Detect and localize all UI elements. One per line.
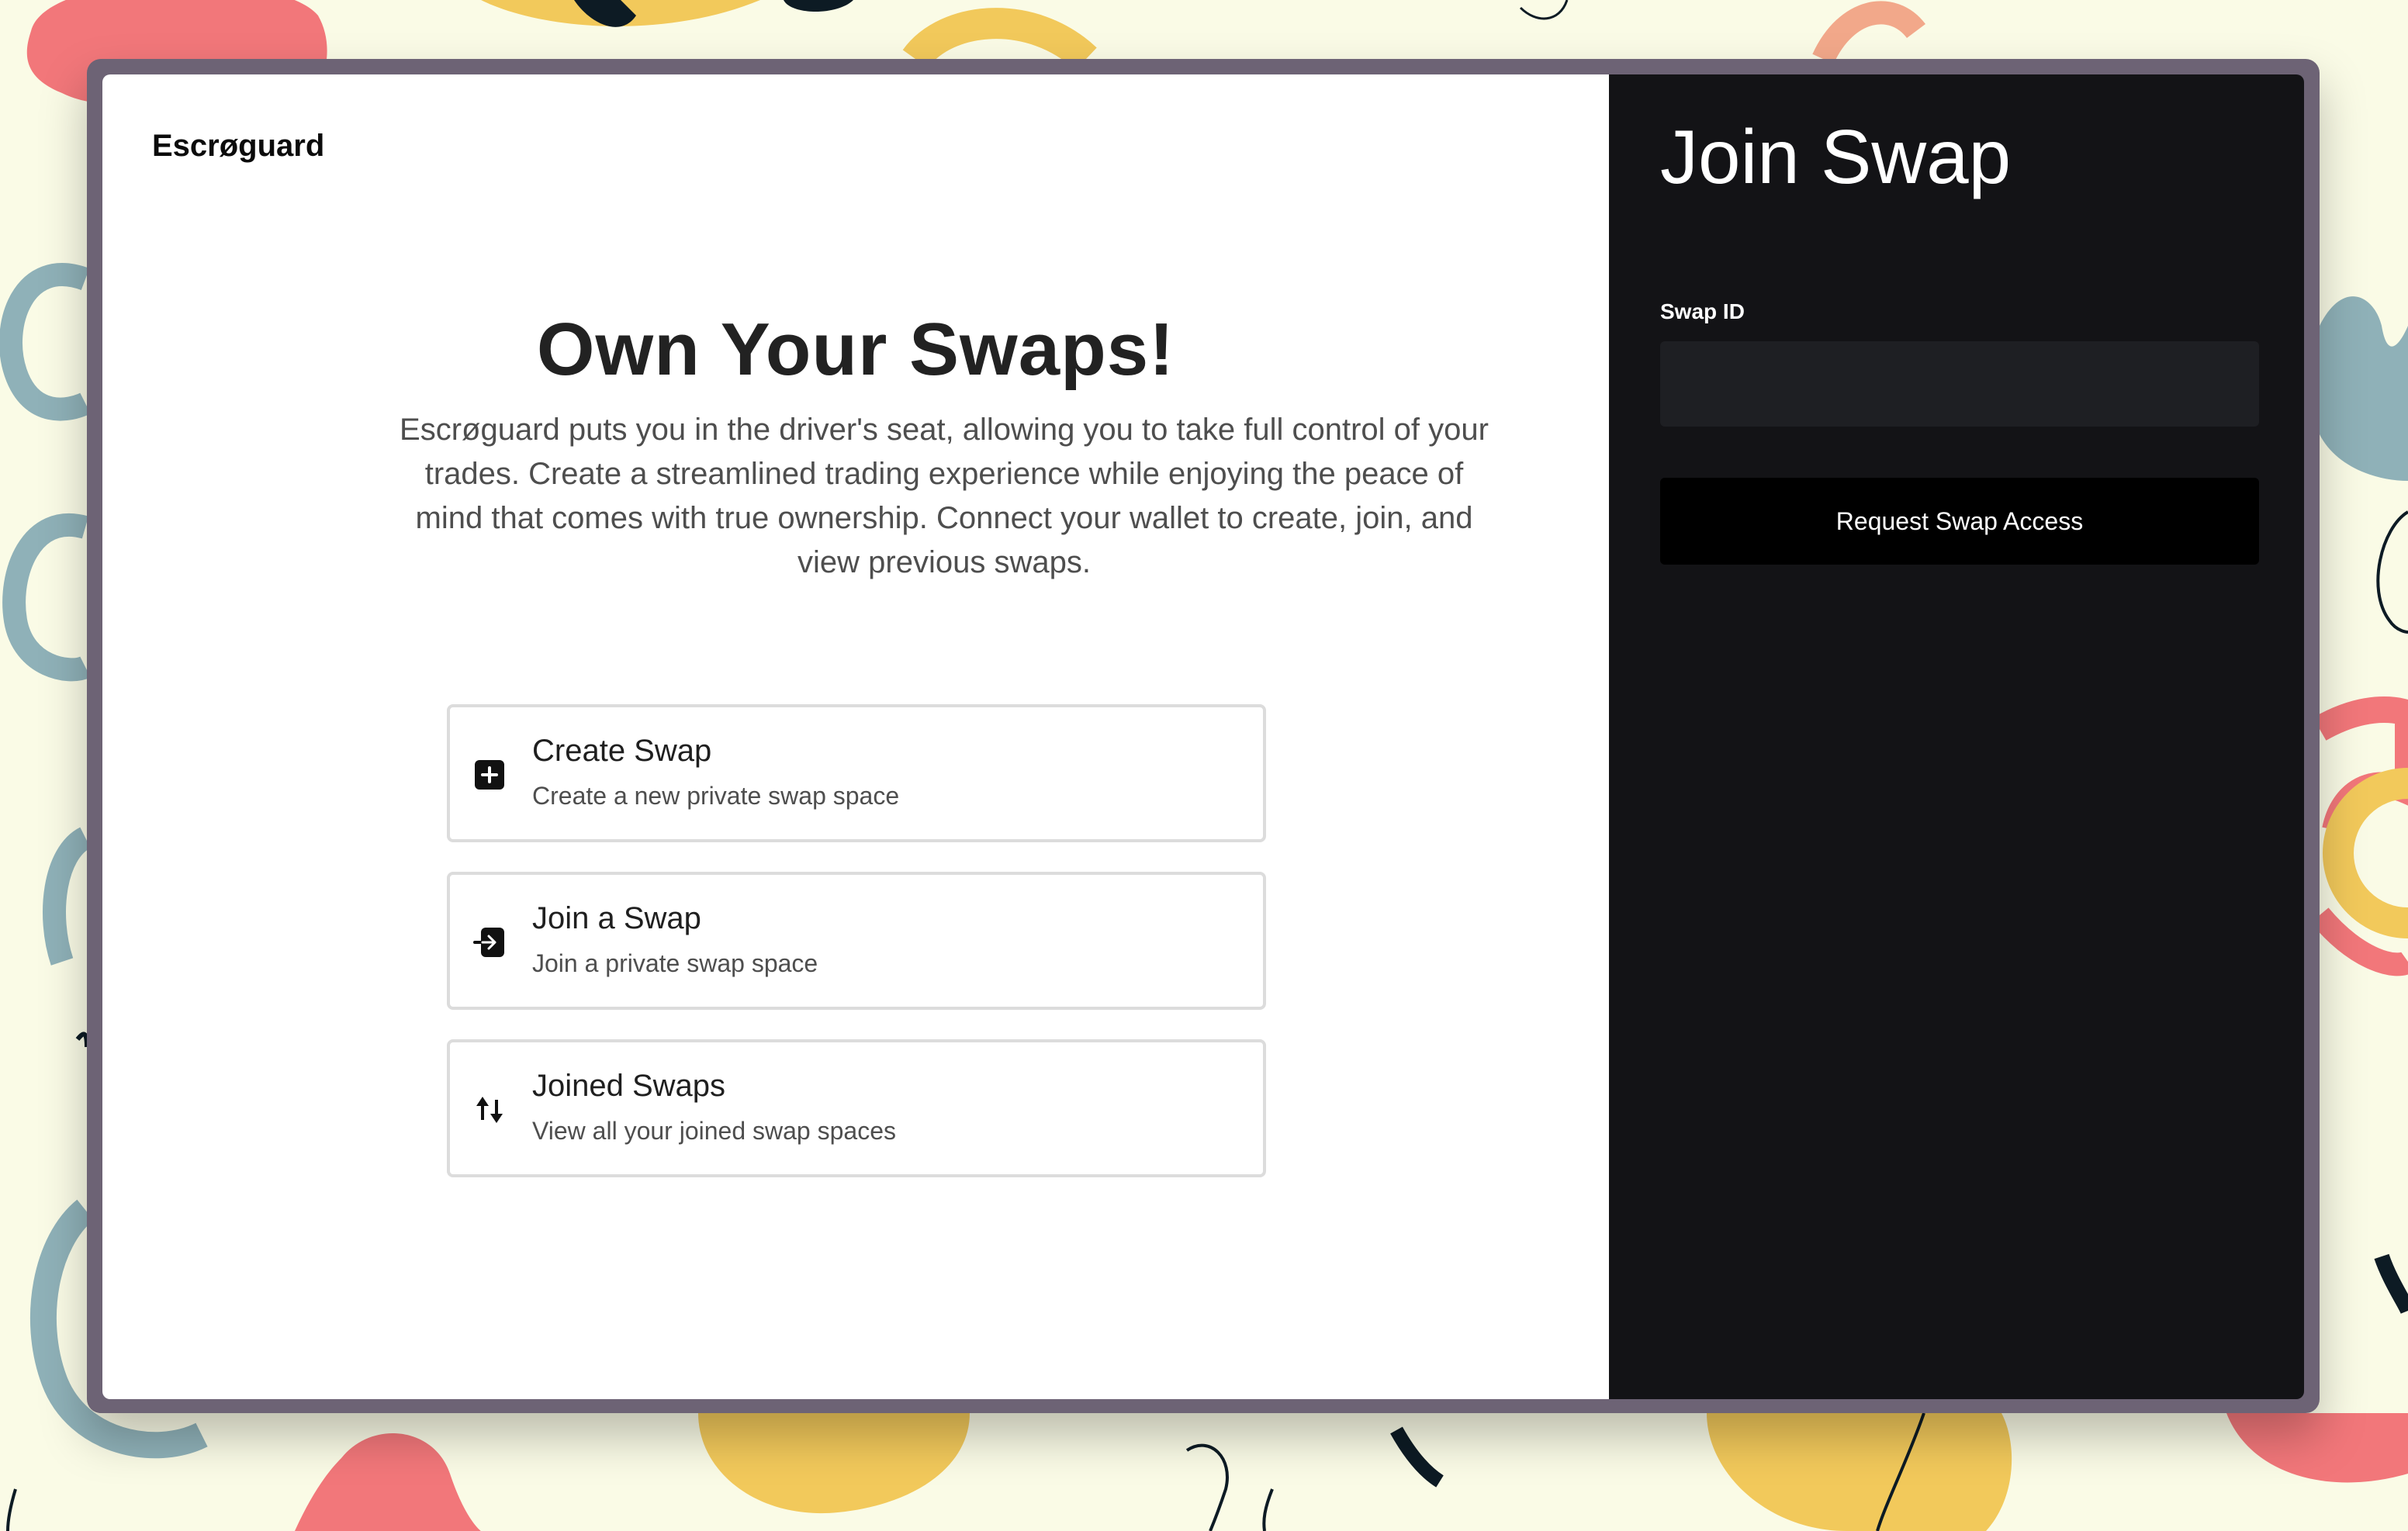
app-window: Escrøguard Own Your Swaps! Escrøguard pu… [87,59,2320,1413]
hero-title: Own Your Swaps! [536,308,1175,391]
card-subtitle: Join a private swap space [532,949,818,977]
plus-square-icon [475,760,504,790]
card-title: Joined Swaps [532,1069,726,1103]
join-swap-card[interactable]: Join a Swap Join a private swap space [447,872,1266,1010]
create-swap-card[interactable]: Create Swap Create a new private swap sp… [447,704,1266,842]
join-swap-panel: Join Swap Swap ID Request Swap Access [1609,74,2304,1399]
card-title: Join a Swap [532,901,701,935]
hero-description: Escrøguard puts you in the driver's seat… [400,413,1489,579]
card-title: Create Swap [532,734,712,768]
card-subtitle: Create a new private swap space [532,782,900,810]
main-panel: Escrøguard Own Your Swaps! Escrøguard pu… [102,74,1609,1399]
joined-swaps-card[interactable]: Joined Swaps View all your joined swap s… [447,1039,1266,1177]
card-subtitle: View all your joined swap spaces [532,1117,896,1145]
swap-id-input[interactable] [1660,341,2259,427]
panel-title: Join Swap [1660,114,2012,199]
enter-icon [473,928,504,957]
swap-arrows-icon [476,1097,503,1123]
request-swap-access-button[interactable]: Request Swap Access [1660,478,2259,565]
swap-id-label: Swap ID [1660,299,1745,323]
app-logo[interactable]: Escrøguard [152,129,324,164]
